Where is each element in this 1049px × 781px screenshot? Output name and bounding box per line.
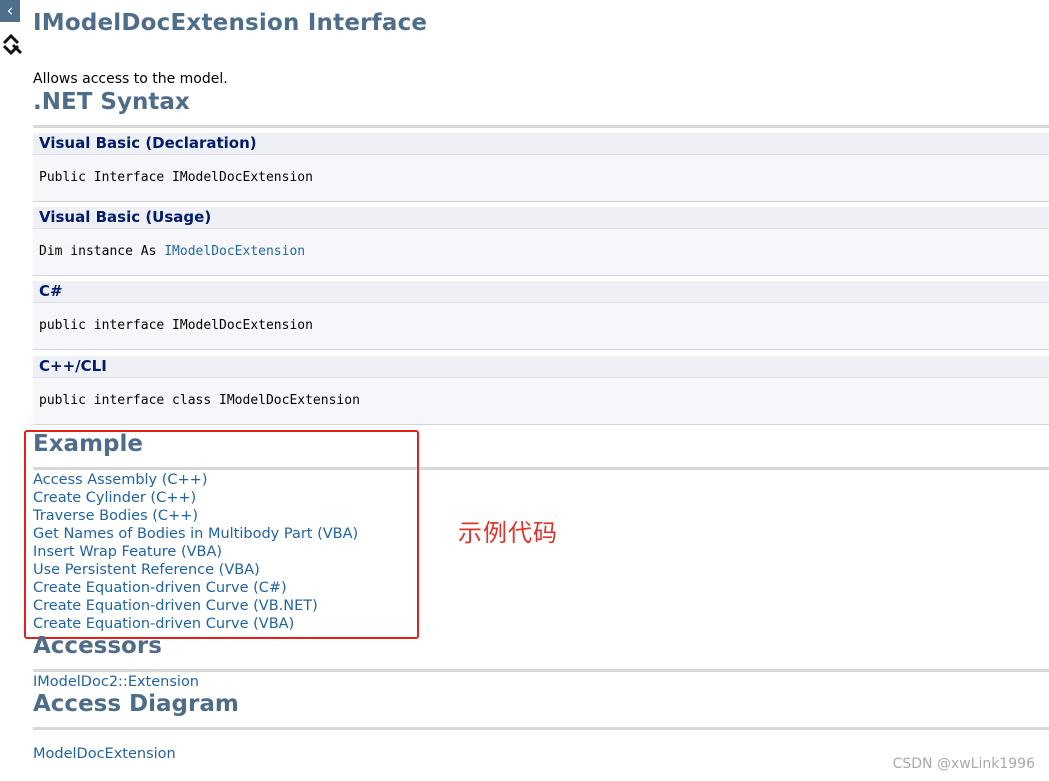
syntax-lang-header: Visual Basic (Declaration) <box>33 133 1049 154</box>
section-heading-access-diagram: Access Diagram <box>33 691 239 717</box>
syntax-lang-header: C# <box>33 281 1049 302</box>
syntax-code-block: Dim instance As IModelDocExtension <box>33 228 1049 275</box>
section-divider <box>33 669 1049 672</box>
watermark: CSDN @xwLink1996 <box>892 756 1035 772</box>
syntax-divider <box>33 275 1049 276</box>
syntax-code-block: Public Interface IModelDocExtension <box>33 154 1049 201</box>
syntax-divider <box>33 349 1049 350</box>
syntax-lang-header: Visual Basic (Usage) <box>33 207 1049 228</box>
syntax-divider <box>33 201 1049 202</box>
sync-toc-icon[interactable] <box>1 31 23 59</box>
section-divider <box>33 125 1049 128</box>
accessor-link[interactable]: IModelDoc2::Extension <box>33 674 199 690</box>
section-heading-accessors: Accessors <box>33 633 162 659</box>
syntax-code-block: public interface class IModelDocExtensio… <box>33 377 1049 424</box>
page-title: IModelDocExtension Interface <box>33 10 428 36</box>
syntax-divider <box>33 424 1049 425</box>
type-link[interactable]: IModelDocExtension <box>164 244 305 259</box>
annotation-highlight-box <box>24 430 419 639</box>
syntax-code-block: public interface IModelDocExtension <box>33 302 1049 349</box>
access-diagram-link[interactable]: ModelDocExtension <box>33 746 176 762</box>
section-divider <box>33 727 1049 730</box>
section-heading-syntax: .NET Syntax <box>33 89 190 115</box>
code-text: Dim instance As <box>39 244 165 259</box>
annotation-label: 示例代码 <box>458 519 558 547</box>
summary-text: Allows access to the model. <box>33 71 228 87</box>
back-button[interactable]: ‹ <box>0 0 20 22</box>
syntax-lang-header: C++/CLI <box>33 356 1049 377</box>
